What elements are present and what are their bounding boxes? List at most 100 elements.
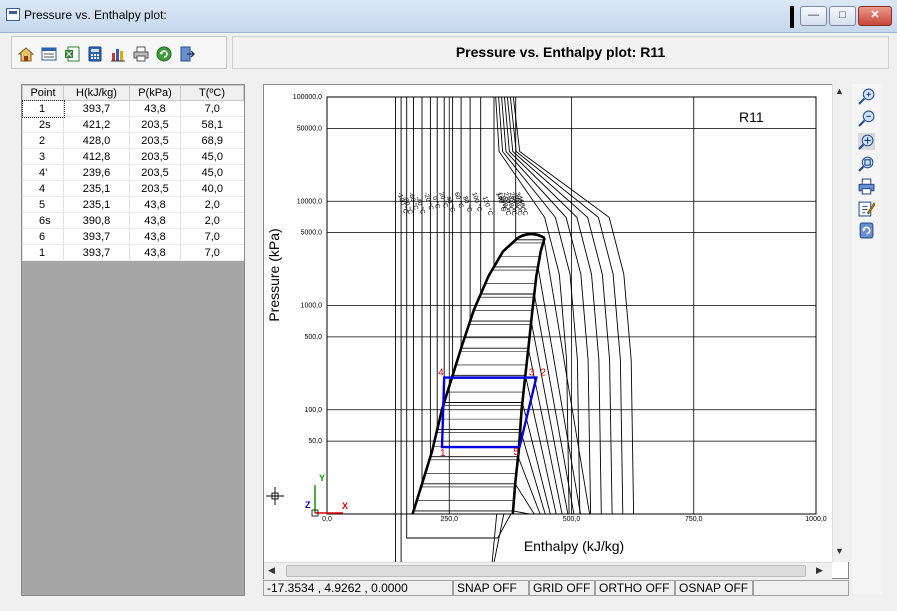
minimize-button[interactable]: — (800, 6, 827, 26)
y-tick-label: 5000,0 (301, 230, 323, 237)
chart-icon[interactable] (110, 46, 126, 62)
home-icon[interactable] (18, 46, 34, 62)
cell-point: 4' (22, 164, 64, 181)
cell-enthalpy: 421,2 (63, 116, 130, 133)
cell-enthalpy: 393,7 (63, 100, 130, 117)
print-plot-icon[interactable] (858, 178, 875, 195)
grid-toggle[interactable]: GRID OFF (529, 580, 595, 596)
table-row[interactable]: 2 428,0 203,5 68,9 (22, 132, 244, 149)
exit-icon[interactable] (179, 46, 195, 62)
cell-pressure: 43,8 (129, 244, 181, 261)
cell-temperature: 7,0 (180, 244, 244, 261)
table-row[interactable]: 4' 239,6 203,5 45,0 (22, 164, 244, 181)
y-tick-label: 50000,0 (297, 125, 322, 132)
cell-temperature: 45,0 (180, 164, 244, 181)
cell-point: 6 (22, 228, 64, 245)
y-tick-label: 1000,0 (301, 303, 323, 310)
scroll-thumb[interactable] (286, 565, 806, 577)
maximize-button[interactable]: □ (829, 6, 856, 26)
cell-point: 5 (22, 196, 64, 213)
cycle-point-label: 4 (438, 368, 444, 379)
app-icon (6, 8, 20, 21)
cell-point: 3 (22, 148, 64, 165)
main-toolbar (11, 36, 227, 69)
open-window-icon[interactable] (41, 46, 57, 62)
y-tick-label: 500,0 (304, 334, 322, 341)
cell-point: 1 (22, 244, 64, 261)
title-bar: Pressure vs. Enthalpy plot: — □ ✕ (0, 0, 897, 33)
y-axis-label: Pressure (kPa) (266, 228, 282, 321)
cell-point: 2s (22, 116, 64, 133)
triad-x-label: X (342, 501, 348, 511)
cell-temperature: 40,0 (180, 180, 244, 197)
column-header-temperature[interactable]: T(ºC) (180, 85, 244, 101)
table-row[interactable]: 6 393,7 43,8 7,0 (22, 228, 244, 245)
status-bar: -17.3534 , 4.9262 , 0.0000 SNAP OFF GRID… (263, 580, 849, 597)
x-tick-label: 500,0 (563, 516, 581, 523)
cell-pressure: 203,5 (129, 148, 181, 165)
cell-point: 2 (22, 132, 64, 149)
x-tick-label: 0,0 (322, 516, 332, 523)
zoom-extents-icon[interactable] (858, 155, 875, 172)
cell-temperature: 7,0 (180, 100, 244, 117)
saturated-liquid-line (411, 237, 519, 515)
cell-pressure: 203,5 (129, 116, 181, 133)
cell-enthalpy: 235,1 (63, 180, 130, 197)
table-row[interactable]: 1 393,7 43,8 7,0 (21, 99, 244, 118)
ph-diagram[interactable]: 100000,0 50000,0 10000,0 5000,0 1000,0 500,0 1… (264, 85, 832, 562)
table-row[interactable]: 5 235,1 43,8 2,0 (22, 196, 244, 213)
isotherm-label: 120 °C (481, 195, 495, 217)
calculator-icon[interactable] (87, 46, 103, 62)
cell-temperature: 45,0 (180, 148, 244, 165)
refresh-icon[interactable] (156, 46, 172, 62)
osnap-toggle[interactable]: OSNAP OFF (675, 580, 753, 596)
page-title: Pressure vs. Enthalpy plot: R11 (232, 36, 889, 69)
scroll-up-icon[interactable]: ▲ (835, 86, 844, 96)
column-header-pressure[interactable]: P(kPa) (129, 85, 181, 101)
cell-enthalpy: 393,7 (63, 228, 130, 245)
status-empty-panel (753, 580, 849, 596)
cell-enthalpy: 390,8 (63, 212, 130, 229)
y-tick-label: 10000,0 (297, 198, 322, 205)
cell-pressure: 43,8 (129, 212, 181, 229)
cycle-point-label: 2 (540, 368, 546, 379)
redraw-icon[interactable] (858, 222, 875, 239)
y-tick-label: 100000,0 (293, 94, 322, 101)
cell-pressure: 43,8 (129, 196, 181, 213)
table-row[interactable]: 3 412,8 203,5 45,0 (22, 148, 244, 165)
cell-temperature: 7,0 (180, 228, 244, 245)
print-icon[interactable] (133, 46, 149, 62)
cell-point: 6s (22, 212, 64, 229)
vertical-scrollbar[interactable]: ▲ ▼ (832, 84, 849, 562)
cycle-point-label: 5 (514, 447, 520, 458)
zoom-out-icon[interactable] (858, 110, 875, 127)
scroll-right-icon[interactable]: ▶ (816, 565, 823, 576)
cycle-point-label: 1 (440, 448, 446, 459)
table-row[interactable]: 6s 390,8 43,8 2,0 (22, 212, 244, 229)
column-header-enthalpy[interactable]: H(kJ/kg) (63, 85, 130, 101)
zoom-window-icon[interactable] (858, 133, 875, 150)
cell-enthalpy: 412,8 (63, 148, 130, 165)
cell-pressure: 203,5 (129, 132, 181, 149)
scroll-down-icon[interactable]: ▼ (835, 546, 844, 556)
snap-toggle[interactable]: SNAP OFF (453, 580, 529, 596)
table-row[interactable]: 1 393,7 43,8 7,0 (22, 244, 244, 261)
edit-properties-icon[interactable] (858, 200, 875, 217)
table-row[interactable]: 2s 421,2 203,5 58,1 (22, 116, 244, 133)
horizontal-scrollbar[interactable]: ◀ ▶ (264, 562, 832, 579)
cell-pressure: 43,8 (129, 100, 181, 117)
cell-temperature: 58,1 (180, 116, 244, 133)
title-bar-divider (790, 6, 794, 28)
zoom-in-icon[interactable] (858, 88, 875, 105)
close-button[interactable]: ✕ (858, 6, 892, 26)
scroll-left-icon[interactable]: ◀ (268, 565, 275, 576)
cell-pressure: 43,8 (129, 228, 181, 245)
cell-enthalpy: 235,1 (63, 196, 130, 213)
column-header-point[interactable]: Point (22, 85, 64, 101)
cell-pressure: 203,5 (129, 180, 181, 197)
points-table: Point H(kJ/kg) P(kPa) T(ºC) 1 393,7 43,8 7,… (21, 85, 244, 261)
ortho-toggle[interactable]: ORTHO OFF (595, 580, 675, 596)
cell-point: 4 (22, 180, 64, 197)
table-row[interactable]: 4 235,1 203,5 40,0 (22, 180, 244, 197)
export-excel-icon[interactable] (64, 46, 80, 62)
